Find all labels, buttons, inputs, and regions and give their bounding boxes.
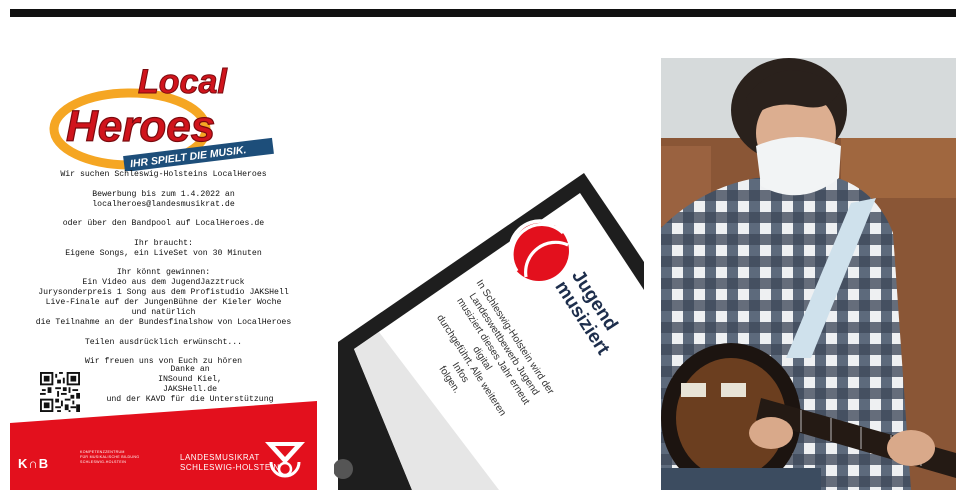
localheroes-logo: Local Heroes IHR SPIELT DIE MUSIK. xyxy=(49,63,274,171)
thanks-text: Danke an INSound Kiel, JAKSHell.de und d… xyxy=(106,365,274,404)
logo-word-heroes: Heroes xyxy=(66,102,215,151)
guitarist-photo-tile[interactable] xyxy=(661,58,956,490)
jugend-musiziert-tile[interactable]: Jugend musiziert In Schleswig-Holstein w… xyxy=(334,57,644,490)
flyer-paragraph: oder über den Bandpool auf LocalHeroes.d… xyxy=(62,219,265,228)
flyer-paragraph: Bewerbung bis zum 1.4.2022 an localheroes… xyxy=(92,189,235,209)
flyer-body-text: Wir suchen Schleswig-Holsteins LocalHero… xyxy=(10,170,317,377)
flyer-paragraph: Wir suchen Schleswig-Holsteins LocalHero… xyxy=(60,170,267,179)
kmb-logo: K∩B xyxy=(18,456,50,471)
landesmusikrat-logo-icon xyxy=(265,442,305,478)
localheroes-flyer-tile[interactable]: Local Heroes IHR SPIELT DIE MUSIK. Wir s… xyxy=(10,57,317,490)
flyer-paragraph: Ihr könnt gewinnen: Ein Video aus dem Jug… xyxy=(35,268,292,327)
logo-word-local: Local xyxy=(138,63,228,101)
flyer-paragraph: Teilen ausdrücklich erwünscht... xyxy=(84,337,243,347)
top-divider-bar xyxy=(10,9,956,17)
flyer-paragraph: Ihr braucht: Eigene Songs, ein LiveSet vo… xyxy=(65,238,262,258)
guitarist-photo xyxy=(661,58,956,490)
kmb-subtitle: KOMPETENZZENTRUM FÜR MUSIKALISCHE BILDUN… xyxy=(80,450,140,464)
